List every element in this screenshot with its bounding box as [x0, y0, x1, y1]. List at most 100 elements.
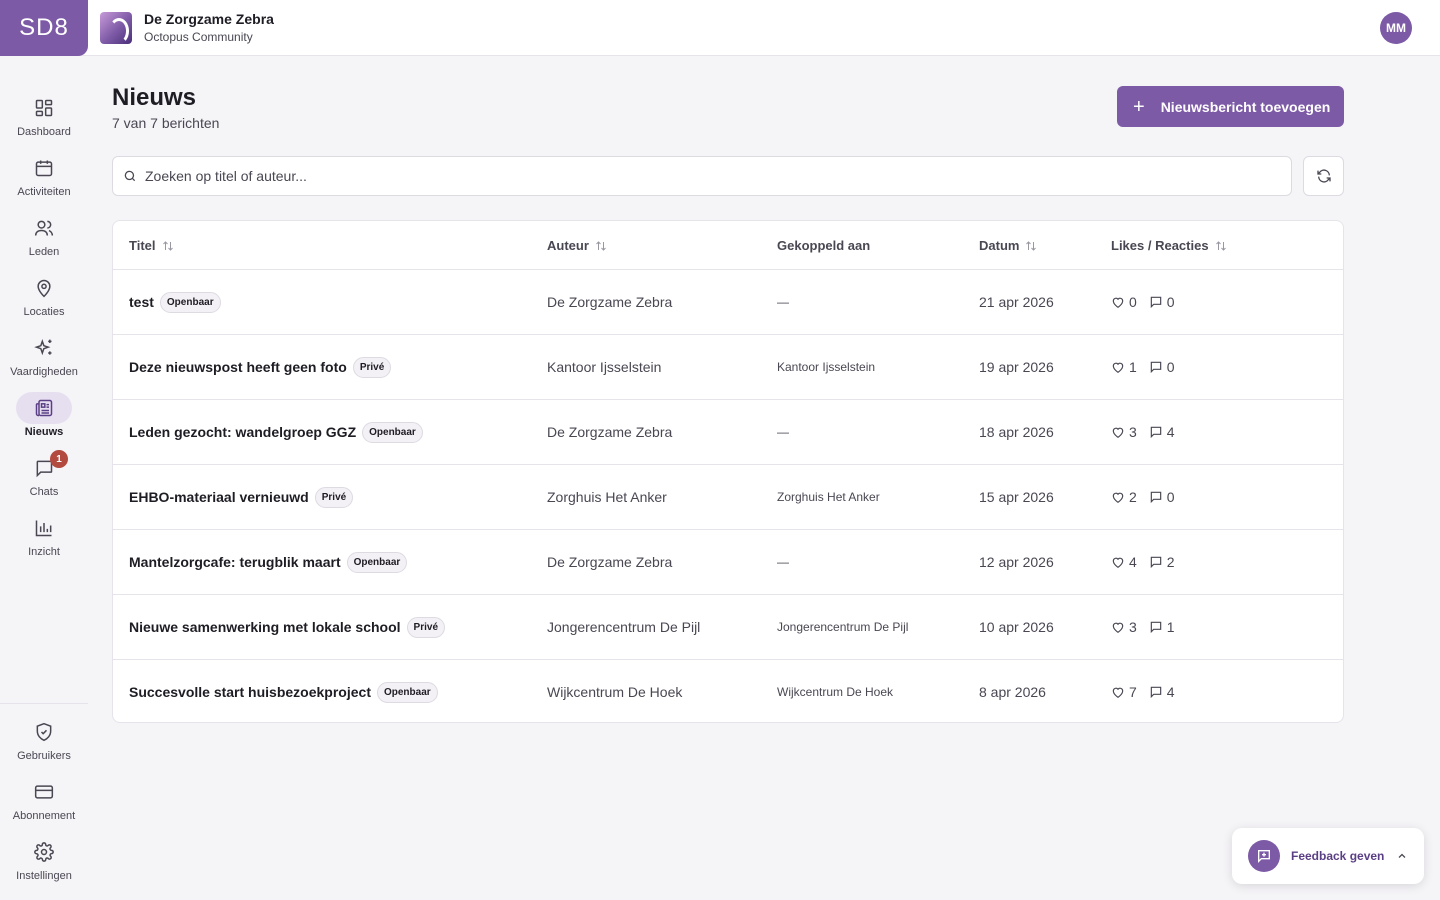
news-table: Titel Auteur Gekoppeld aan Datum Likes /… — [112, 220, 1344, 723]
comments-value: 4 — [1166, 424, 1175, 440]
comment-icon — [1149, 360, 1167, 374]
author-cell: Jongerencentrum De Pijl — [547, 619, 701, 635]
date-cell: 12 apr 2026 — [979, 554, 1054, 570]
column-header-auteur[interactable]: Auteur — [547, 238, 607, 253]
news-title: EHBO-materiaal vernieuwd — [129, 489, 309, 505]
likes-count: 3 — [1111, 619, 1137, 635]
sort-icon — [1025, 240, 1037, 252]
heart-icon — [1111, 490, 1129, 504]
refresh-button[interactable] — [1303, 156, 1344, 196]
date-cell: 18 apr 2026 — [979, 424, 1054, 440]
heart-icon — [1111, 685, 1129, 699]
author-cell: De Zorgzame Zebra — [547, 294, 673, 310]
gear-icon — [16, 836, 72, 868]
bar-chart-icon — [16, 512, 72, 544]
likes-value: 4 — [1129, 554, 1137, 570]
likes-value: 2 — [1129, 489, 1137, 505]
stats-cell: 1 0 — [1111, 335, 1187, 399]
sidebar-item-dashboard[interactable]: Dashboard — [0, 92, 88, 152]
page-subtitle: 7 van 7 berichten — [112, 115, 220, 131]
comments-count: 1 — [1149, 619, 1175, 635]
likes-value: 1 — [1129, 359, 1137, 375]
heart-icon — [1111, 620, 1129, 634]
likes-count: 0 — [1111, 294, 1137, 310]
app-logo-text: SD8 — [19, 13, 69, 41]
table-row[interactable]: Leden gezocht: wandelgroep GGZ Openbaar … — [113, 400, 1343, 465]
stats-cell: 2 0 — [1111, 465, 1187, 529]
column-header-likes-reacties[interactable]: Likes / Reacties — [1111, 238, 1227, 253]
column-header-label: Datum — [979, 238, 1020, 253]
likes-count: 3 — [1111, 424, 1137, 440]
author-cell: De Zorgzame Zebra — [547, 424, 673, 440]
search-bar — [112, 156, 1292, 196]
comments-count: 0 — [1149, 294, 1175, 310]
comments-value: 4 — [1166, 684, 1175, 700]
add-news-button[interactable]: + Nieuwsbericht toevoegen — [1117, 86, 1344, 127]
linked-cell: Zorghuis Het Anker — [777, 490, 880, 504]
table-row[interactable]: test Openbaar De Zorgzame Zebra — 21 apr… — [113, 270, 1343, 335]
visibility-badge: Openbaar — [159, 291, 221, 313]
sidebar-item-inzicht[interactable]: Inzicht — [0, 512, 88, 572]
visibility-badge: Openbaar — [376, 681, 438, 703]
sidebar-item-chats[interactable]: 1 Chats — [0, 450, 88, 512]
sidebar-item-label: Dashboard — [17, 126, 71, 138]
table-row[interactable]: Succesvolle start huisbezoekproject Open… — [113, 660, 1343, 722]
feedback-icon — [1248, 840, 1280, 872]
news-title: test — [129, 294, 154, 310]
comment-icon — [1149, 295, 1167, 309]
sidebar-item-abonnement[interactable]: Abonnement — [0, 776, 88, 836]
org-logo — [100, 11, 132, 44]
comment-icon — [1149, 490, 1167, 504]
table-row[interactable]: Mantelzorgcafe: terugblik maart Openbaar… — [113, 530, 1343, 595]
title-cell: test Openbaar — [129, 270, 221, 334]
heart-icon — [1111, 425, 1129, 439]
heart-icon — [1111, 555, 1129, 569]
table-row[interactable]: Nieuwe samenwerking met lokale school Pr… — [113, 595, 1343, 660]
avatar[interactable]: MM — [1380, 12, 1412, 44]
column-header-label: Auteur — [547, 238, 589, 253]
likes-count: 4 — [1111, 554, 1137, 570]
org-name: De Zorgzame Zebra — [144, 10, 274, 27]
column-header-titel[interactable]: Titel — [129, 238, 174, 253]
comments-count: 4 — [1149, 424, 1175, 440]
sidebar: Dashboard Activiteiten Leden Locaties Va… — [0, 56, 88, 900]
comments-value: 0 — [1166, 359, 1175, 375]
stats-cell: 3 4 — [1111, 400, 1187, 464]
date-cell: 19 apr 2026 — [979, 359, 1054, 375]
linked-cell: Jongerencentrum De Pijl — [777, 620, 909, 634]
table-row[interactable]: EHBO-materiaal vernieuwd Privé Zorghuis … — [113, 465, 1343, 530]
app-logo[interactable]: SD8 — [0, 0, 88, 56]
sidebar-item-locaties[interactable]: Locaties — [0, 272, 88, 332]
sidebar-item-gebruikers[interactable]: Gebruikers — [0, 716, 88, 776]
stats-cell: 3 1 — [1111, 595, 1187, 659]
feedback-label: Feedback geven — [1291, 849, 1385, 863]
search-input[interactable] — [145, 168, 1245, 184]
sidebar-item-activiteiten[interactable]: Activiteiten — [0, 152, 88, 212]
linked-cell: Kantoor Ijsselstein — [777, 360, 876, 374]
sidebar-item-nieuws[interactable]: Nieuws — [0, 392, 88, 452]
visibility-badge: Privé — [352, 356, 392, 378]
sidebar-item-label: Leden — [28, 246, 60, 258]
plus-icon: + — [1133, 95, 1145, 118]
feedback-widget[interactable]: Feedback geven — [1232, 828, 1424, 884]
sidebar-item-label: Activiteiten — [17, 186, 71, 198]
author-cell: Wijkcentrum De Hoek — [547, 684, 683, 700]
comments-value: 1 — [1166, 619, 1175, 635]
comments-count: 2 — [1149, 554, 1175, 570]
sidebar-item-leden[interactable]: Leden — [0, 212, 88, 272]
newspaper-icon — [16, 392, 72, 424]
chats-unread-badge: 1 — [50, 450, 68, 468]
org-switcher[interactable]: De Zorgzame Zebra Octopus Community — [100, 10, 274, 46]
sidebar-item-vaardigheden[interactable]: Vaardigheden — [0, 332, 88, 392]
visibility-badge: Privé — [406, 616, 446, 638]
stats-cell: 0 0 — [1111, 270, 1187, 334]
sidebar-item-instellingen[interactable]: Instellingen — [0, 836, 88, 896]
comments-count: 0 — [1149, 489, 1175, 505]
comment-icon — [1149, 620, 1167, 634]
chevron-up-icon[interactable] — [1396, 850, 1408, 862]
table-row[interactable]: Deze nieuwspost heeft geen foto Privé Ka… — [113, 335, 1343, 400]
sidebar-item-label: Vaardigheden — [10, 366, 78, 378]
column-header-datum[interactable]: Datum — [979, 238, 1037, 253]
column-header-label: Likes / Reacties — [1111, 238, 1209, 253]
visibility-badge: Openbaar — [346, 551, 408, 573]
